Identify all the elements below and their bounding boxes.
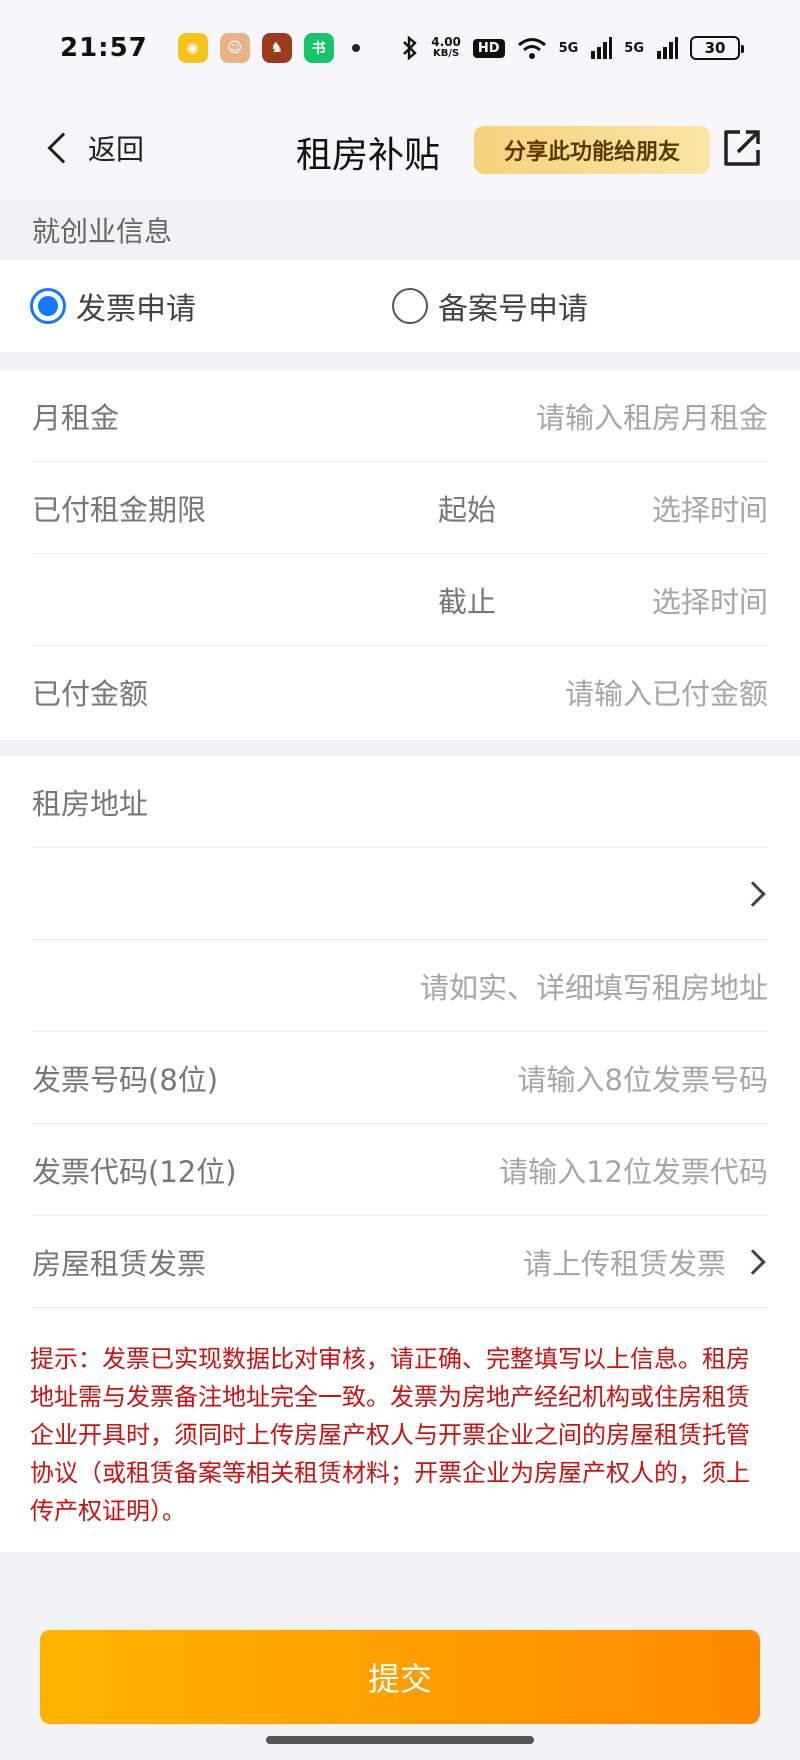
radio-label: 备案号申请 bbox=[438, 292, 588, 327]
end-date-picker[interactable]: 选择时间 bbox=[652, 579, 768, 621]
signal-2-icon bbox=[657, 37, 678, 59]
invoice-code-label: 发票代码(12位) bbox=[32, 1154, 237, 1189]
status-app-icons: ◉ ☺ ♞ 书 bbox=[177, 33, 360, 63]
back-button[interactable]: 返回 bbox=[44, 124, 144, 172]
chevron-right-icon bbox=[740, 1248, 766, 1275]
hd-badge: HD bbox=[472, 38, 505, 58]
invoice-number-row[interactable]: 发票号码(8位) 请输入8位发票号码 bbox=[32, 1032, 768, 1124]
rent-info-card: 月租金 请输入租房月租金 已付租金期限 起始 选择时间 截止 选择时间 已付金额… bbox=[0, 370, 800, 740]
network-speed-value: 4.00 bbox=[431, 35, 461, 49]
notification-dot bbox=[351, 44, 360, 52]
bluetooth-icon bbox=[403, 35, 418, 61]
weibo-icon: ◉ bbox=[177, 33, 208, 63]
address-label: 租房地址 bbox=[32, 786, 149, 821]
paid-period-end-row: 截止 选择时间 bbox=[32, 554, 768, 646]
share-feature-button[interactable]: 分享此功能给朋友 bbox=[474, 126, 710, 174]
application-type-selector: 发票申请 备案号申请 bbox=[0, 260, 800, 352]
invoice-number-input[interactable]: 请输入8位发票号码 bbox=[518, 1057, 768, 1099]
rental-invoice-row[interactable]: 房屋租赁发票 请上传租赁发票 bbox=[32, 1216, 768, 1308]
monthly-rent-input[interactable]: 请输入租房月租金 bbox=[536, 395, 768, 437]
rental-invoice-upload[interactable]: 请上传租赁发票 bbox=[523, 1241, 726, 1283]
radio-checked-icon bbox=[30, 288, 66, 324]
signal-1-label: 5G bbox=[558, 40, 579, 56]
status-time: 21:57 bbox=[60, 33, 148, 63]
back-label: 返回 bbox=[88, 133, 145, 166]
address-label-row: 租房地址 bbox=[32, 756, 768, 848]
invoice-number-label: 发票号码(8位) bbox=[32, 1062, 219, 1097]
network-speed-unit: KB/S bbox=[432, 48, 460, 59]
battery-icon: 30 bbox=[690, 36, 744, 60]
paid-amount-label: 已付金额 bbox=[32, 677, 149, 711]
avatar-app-icon: ☺ bbox=[219, 33, 250, 63]
status-bar: 21:57 ◉ ☺ ♞ 书 4.00 KB/S HD 5G 5G 30 bbox=[0, 0, 800, 96]
network-speed: 4.00 KB/S bbox=[431, 36, 461, 60]
end-label: 截止 bbox=[438, 584, 497, 619]
start-label: 起始 bbox=[438, 492, 497, 527]
invoice-code-input[interactable]: 请输入12位发票代码 bbox=[499, 1149, 768, 1191]
monthly-rent-row[interactable]: 月租金 请输入租房月租金 bbox=[32, 370, 768, 462]
submit-button[interactable]: 提交 bbox=[40, 1630, 760, 1724]
wifi-icon bbox=[517, 38, 546, 59]
signal-2-label: 5G bbox=[624, 40, 644, 56]
address-region-picker[interactable] bbox=[32, 848, 768, 940]
paid-period-label: 已付租金期限 bbox=[32, 492, 207, 527]
address-detail-input[interactable]: 请如实、详细填写租房地址 bbox=[420, 965, 768, 1007]
radio-label: 发票申请 bbox=[76, 292, 196, 327]
chevron-left-icon bbox=[47, 132, 79, 164]
status-indicators: 4.00 KB/S HD 5G 5G 30 bbox=[401, 35, 744, 61]
radio-invoice-application[interactable]: 发票申请 bbox=[30, 284, 196, 328]
paid-amount-row[interactable]: 已付金额 请输入已付金额 bbox=[32, 646, 768, 738]
radio-unchecked-icon bbox=[392, 288, 428, 324]
hint-text: 提示：发票已实现数据比对审核，请正确、完整填写以上信息。租房地址需与发票备注地址… bbox=[30, 1345, 750, 1525]
paid-period-start-row: 已付租金期限 起始 选择时间 bbox=[32, 462, 768, 554]
invoice-code-row[interactable]: 发票代码(12位) 请输入12位发票代码 bbox=[32, 1124, 768, 1216]
address-detail-row[interactable]: 请如实、详细填写租房地址 bbox=[32, 940, 768, 1032]
page-title: 租房补贴 bbox=[296, 135, 441, 176]
paid-amount-input[interactable]: 请输入已付金额 bbox=[565, 671, 768, 713]
section-header: 就创业信息 bbox=[0, 200, 800, 260]
home-indicator[interactable] bbox=[266, 1736, 534, 1744]
radio-filing-number-application[interactable]: 备案号申请 bbox=[392, 284, 588, 328]
start-date-picker[interactable]: 选择时间 bbox=[652, 487, 768, 529]
novel-app-icon: 书 bbox=[303, 33, 334, 63]
section-title: 就创业信息 bbox=[32, 215, 173, 248]
game-app-icon: ♞ bbox=[261, 33, 292, 63]
chevron-right-icon bbox=[740, 880, 766, 907]
nav-bar: 返回 租房补贴 分享此功能给朋友 bbox=[0, 96, 800, 200]
signal-1-icon bbox=[591, 37, 613, 59]
monthly-rent-label: 月租金 bbox=[32, 400, 120, 435]
rental-invoice-label: 房屋租赁发票 bbox=[32, 1246, 207, 1281]
share-icon[interactable] bbox=[720, 126, 764, 170]
